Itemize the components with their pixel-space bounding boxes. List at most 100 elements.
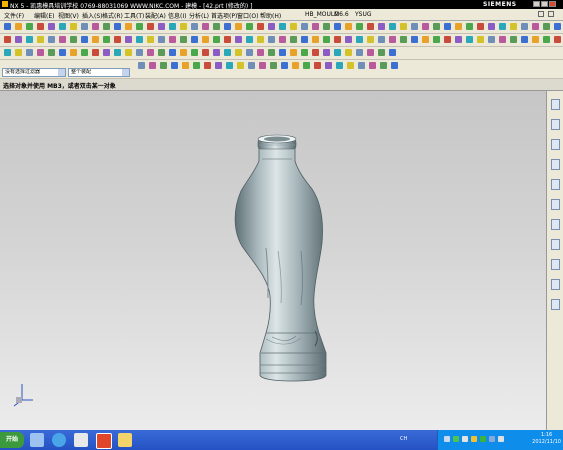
toolbar-button[interactable] <box>169 23 176 30</box>
toolbar-button[interactable] <box>147 49 154 56</box>
toolbar-button[interactable] <box>48 49 55 56</box>
menu-analysis[interactable]: 分析(L) <box>189 11 209 20</box>
toolbar-button[interactable] <box>180 23 187 30</box>
tray-icon[interactable] <box>471 436 477 442</box>
bottle-model[interactable] <box>234 134 327 382</box>
toolbar-button[interactable] <box>4 23 11 30</box>
system-scenes-icon[interactable] <box>551 299 560 310</box>
toolbar-button[interactable] <box>37 49 44 56</box>
toolbar-button[interactable] <box>213 23 220 30</box>
toolbar-button[interactable] <box>378 23 385 30</box>
toolbar-button[interactable] <box>158 49 165 56</box>
toolbar-button[interactable] <box>345 36 352 43</box>
toolbar-button[interactable] <box>378 49 385 56</box>
toolbar-button[interactable] <box>26 23 33 30</box>
toolbar-button[interactable] <box>114 36 121 43</box>
toolbar-button[interactable] <box>125 23 132 30</box>
toolbar-button[interactable] <box>488 36 495 43</box>
folder-icon[interactable] <box>118 433 132 447</box>
toolbar-button[interactable] <box>499 23 506 30</box>
toolbar-button[interactable] <box>191 49 198 56</box>
toolbar-button[interactable] <box>444 23 451 30</box>
toolbar-button[interactable] <box>521 36 528 43</box>
toolbar-button[interactable] <box>301 49 308 56</box>
toolbar-button[interactable] <box>290 23 297 30</box>
toolbar-button[interactable] <box>268 36 275 43</box>
toolbar-button[interactable] <box>444 36 451 43</box>
toolbar-button[interactable] <box>70 36 77 43</box>
toolbar-button[interactable] <box>213 49 220 56</box>
volume-icon[interactable] <box>498 436 504 442</box>
toolbar-button[interactable] <box>180 49 187 56</box>
toolbar-button[interactable] <box>81 49 88 56</box>
toolbar-button[interactable] <box>182 62 189 69</box>
toolbar-button[interactable] <box>138 62 145 69</box>
toolbar-button[interactable] <box>279 23 286 30</box>
menu-window[interactable]: 窗口(O) <box>237 11 258 20</box>
toolbar-button[interactable] <box>345 49 352 56</box>
toolbar-button[interactable] <box>279 49 286 56</box>
toolbar-button[interactable] <box>26 49 33 56</box>
toolbar-button[interactable] <box>26 36 33 43</box>
minimize-icon[interactable] <box>533 1 540 7</box>
toolbar-button[interactable] <box>125 36 132 43</box>
toolbar-button[interactable] <box>169 49 176 56</box>
toolbar-button[interactable] <box>356 49 363 56</box>
toolbar-button[interactable] <box>92 49 99 56</box>
ie-icon[interactable] <box>52 433 66 447</box>
toolbar-button[interactable] <box>323 49 330 56</box>
toolbar-button[interactable] <box>193 62 200 69</box>
toolbar-button[interactable] <box>532 36 539 43</box>
close-icon[interactable] <box>549 1 556 7</box>
toolbar-button[interactable] <box>235 36 242 43</box>
toolbar-button[interactable] <box>224 23 231 30</box>
toolbar-button[interactable] <box>290 49 297 56</box>
selection-scope-dropdown[interactable]: 整个装配 <box>68 68 130 77</box>
toolbar-button[interactable] <box>70 23 77 30</box>
toolbar-button[interactable] <box>37 23 44 30</box>
toolbar-button[interactable] <box>125 49 132 56</box>
toolbar-button[interactable] <box>389 49 396 56</box>
toolbar-button[interactable] <box>103 23 110 30</box>
toolbar-button[interactable] <box>411 36 418 43</box>
menu-view[interactable]: 视图(V) <box>58 11 79 20</box>
selection-filter-dropdown[interactable]: 没有选择过滤器 <box>2 68 66 77</box>
toolbar-button[interactable] <box>356 23 363 30</box>
menu-information[interactable]: 信息(I) <box>168 11 186 20</box>
toolbar-button[interactable] <box>314 62 321 69</box>
toolbar-button[interactable] <box>235 49 242 56</box>
constraint-navigator-icon[interactable] <box>551 119 560 130</box>
toolbar-button[interactable] <box>422 36 429 43</box>
toolbar-button[interactable] <box>204 62 211 69</box>
toolbar-button[interactable] <box>114 49 121 56</box>
toolbar-button[interactable] <box>466 23 473 30</box>
clock[interactable]: 1:16 2012/11/10 <box>532 432 561 446</box>
toolbar-button[interactable] <box>477 36 484 43</box>
web-browser-icon[interactable] <box>551 179 560 190</box>
toolbar-button[interactable] <box>303 62 310 69</box>
toolbar-button[interactable] <box>147 23 154 30</box>
toolbar-button[interactable] <box>411 23 418 30</box>
menu-edit[interactable]: 编辑(E) <box>34 11 54 20</box>
toolbar-button[interactable] <box>158 36 165 43</box>
toolbar-button[interactable] <box>391 62 398 69</box>
toolbar-button[interactable] <box>367 23 374 30</box>
menu-file[interactable]: 文件(F) <box>4 11 24 20</box>
toolbar-button[interactable] <box>543 23 550 30</box>
toolbar-button[interactable] <box>213 36 220 43</box>
tray-icon[interactable] <box>462 436 468 442</box>
assembly-navigator-icon[interactable] <box>551 99 560 110</box>
toolbar-button[interactable] <box>191 36 198 43</box>
toolbar-button[interactable] <box>15 23 22 30</box>
toolbar-button[interactable] <box>312 49 319 56</box>
menu-assemblies[interactable]: 装配(A) <box>145 11 166 20</box>
language-indicator[interactable]: CH <box>400 436 407 442</box>
toolbar-button[interactable] <box>136 36 143 43</box>
toolbar-button[interactable] <box>400 36 407 43</box>
toolbar-button[interactable] <box>92 23 99 30</box>
toolbar-button[interactable] <box>455 36 462 43</box>
toolbar-button[interactable] <box>224 49 231 56</box>
toolbar-button[interactable] <box>103 49 110 56</box>
toolbar-button[interactable] <box>279 36 286 43</box>
toolbar-button[interactable] <box>323 36 330 43</box>
